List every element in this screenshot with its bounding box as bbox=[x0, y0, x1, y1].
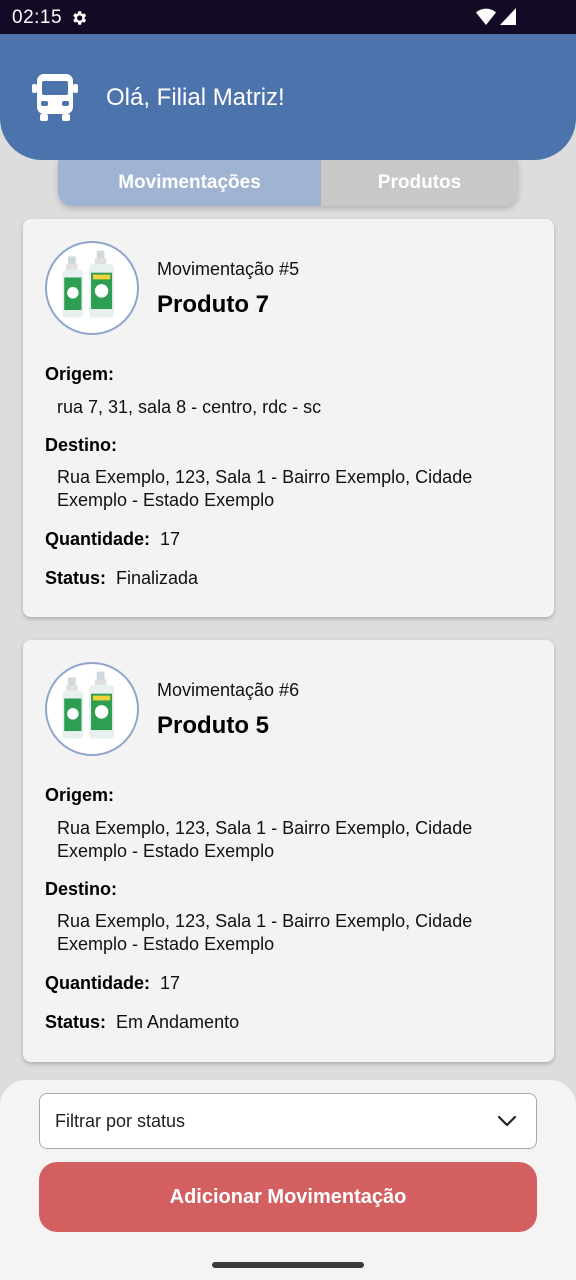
quantity-row: Quantidade: 17 bbox=[45, 973, 180, 994]
signal-icon bbox=[500, 8, 516, 25]
status-value: Finalizada bbox=[116, 568, 199, 588]
quantity-label: Quantidade: bbox=[45, 973, 151, 993]
status-time: 02:15 bbox=[12, 7, 63, 28]
quantity-row: Quantidade: 17 bbox=[45, 529, 180, 550]
quantity-value: 17 bbox=[160, 973, 181, 993]
status-label: Status: bbox=[45, 1012, 107, 1032]
status-row: Status: Em Andamento bbox=[45, 1012, 239, 1033]
origin-value: rua 7, 31, sala 8 - centro, rdc - sc bbox=[57, 397, 322, 417]
destination-value: Rua Exemplo, 123, Sala 1 - Bairro Exempl… bbox=[57, 467, 473, 510]
tab-movimentacoes[interactable]: Movimentações bbox=[58, 160, 321, 206]
gear-icon bbox=[73, 11, 87, 25]
status-row: Status: Finalizada bbox=[45, 568, 198, 589]
product-bottles-icon bbox=[62, 671, 115, 739]
destination-label: Destino: bbox=[45, 879, 117, 899]
product-name: Produto 7 bbox=[157, 291, 269, 318]
chevron-down-icon bbox=[497, 1115, 517, 1127]
status-filter-value: Filtrar por status bbox=[55, 1111, 186, 1131]
movement-card[interactable]: Movimentação #6 Produto 5 Origem: Rua Ex… bbox=[23, 640, 554, 1062]
origin-label: Origem: bbox=[45, 785, 115, 805]
product-bottles-icon bbox=[62, 250, 115, 318]
product-image bbox=[45, 241, 139, 335]
status-label: Status: bbox=[45, 568, 107, 588]
product-name: Produto 5 bbox=[157, 712, 269, 739]
destination-value: Rua Exemplo, 123, Sala 1 - Bairro Exempl… bbox=[57, 911, 473, 954]
product-image bbox=[45, 662, 139, 756]
quantity-label: Quantidade: bbox=[45, 529, 151, 549]
destination-label: Destino: bbox=[45, 435, 117, 455]
home-indicator[interactable] bbox=[212, 1262, 364, 1268]
add-movement-button[interactable]: Adicionar Movimentação bbox=[39, 1162, 537, 1232]
status-bar: 02:15 bbox=[0, 0, 576, 34]
movement-id: Movimentação #6 bbox=[157, 680, 300, 700]
movement-id: Movimentação #5 bbox=[157, 259, 300, 279]
bottom-panel: Filtrar por status Adicionar Movimentaçã… bbox=[0, 1080, 576, 1280]
quantity-value: 17 bbox=[160, 529, 181, 549]
truck-icon bbox=[32, 74, 78, 121]
origin-value: Rua Exemplo, 123, Sala 1 - Bairro Exempl… bbox=[57, 818, 473, 861]
tab-produtos[interactable]: Produtos bbox=[321, 160, 518, 206]
app-screen: 02:15 Olá, Filial Matriz! Movimentações … bbox=[0, 0, 576, 1280]
header-title: Olá, Filial Matriz! bbox=[106, 84, 285, 111]
origin-label: Origem: bbox=[45, 364, 115, 384]
tab-bar: Movimentações Produtos bbox=[58, 160, 518, 206]
wifi-icon bbox=[476, 8, 496, 25]
movement-card[interactable]: Movimentação #5 Produto 7 Origem: rua 7,… bbox=[23, 219, 554, 617]
status-value: Em Andamento bbox=[116, 1012, 240, 1032]
app-header: Olá, Filial Matriz! bbox=[0, 34, 576, 160]
status-filter-select[interactable]: Filtrar por status bbox=[39, 1093, 537, 1149]
